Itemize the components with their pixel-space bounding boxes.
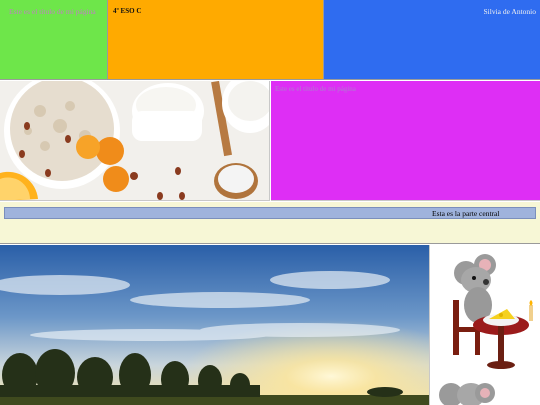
mouse-illustration xyxy=(431,245,540,405)
magenta-panel: Este es el título de mi página xyxy=(271,81,540,201)
mouse-illustration-graphic xyxy=(439,254,533,405)
breakfast-image-graphic xyxy=(0,81,269,200)
header-title-panel: Este es el título de mi página xyxy=(0,0,108,80)
landscape-image xyxy=(0,245,430,405)
course-label: 4º ESO C xyxy=(113,7,142,15)
header-course-panel: 4º ESO C xyxy=(108,0,324,80)
magenta-panel-text: Este es el título de mi página xyxy=(275,85,356,93)
landscape-image-graphic xyxy=(0,245,429,405)
header-author-panel: Silvia de Antonio xyxy=(324,0,540,80)
page-title: Este es el título de mi página xyxy=(9,7,96,16)
central-label: Esta es la parte central xyxy=(432,209,500,218)
central-bar: Esta es la parte central xyxy=(4,207,536,219)
central-section: Esta es la parte central xyxy=(0,202,540,244)
breakfast-image xyxy=(0,81,270,201)
author-name: Silvia de Antonio xyxy=(483,7,537,16)
